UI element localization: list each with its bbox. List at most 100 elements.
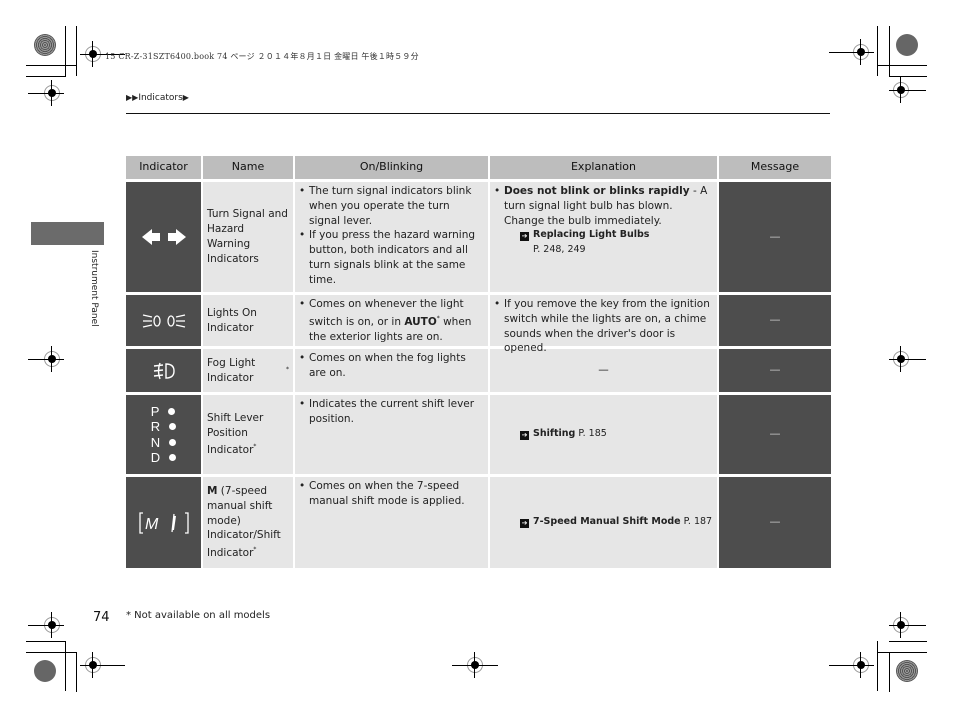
crop-mark (26, 76, 66, 77)
crop-mark (877, 652, 927, 653)
registration-target-icon (896, 660, 918, 682)
registration-target-icon (896, 34, 918, 56)
cross-reference-link[interactable]: ➔ 7-Speed Manual Shift Mode P. 187 (520, 515, 712, 530)
reference-arrow-icon: ➔ (520, 519, 529, 529)
explanation-cell: If you remove the key from the ignition … (490, 295, 717, 354)
bullet-item: Indicates the current shift lever positi… (299, 397, 484, 427)
message-cell: — (719, 349, 831, 392)
message-cell: — (719, 182, 831, 292)
crop-mark (80, 665, 125, 666)
bullet-item: Comes on whenever the light switch is on… (299, 297, 484, 344)
shift-position-p: P (151, 404, 176, 420)
breadcrumb-arrow-icon: ▶▶ (126, 93, 139, 102)
reference-pages: P. 187 (683, 516, 713, 528)
reference-title: Shifting (533, 428, 576, 440)
section-tab-label: Instrument Panel (89, 250, 99, 327)
column-header-on-blinking: On/Blinking (295, 156, 488, 179)
crop-mark (829, 52, 874, 53)
indicator-cell: P R N D (126, 395, 201, 474)
page-number: 74 (93, 610, 110, 625)
shift-position-icon: P R N D (150, 404, 177, 466)
on-blinking-cell: Comes on when the fog lights are on. (295, 349, 488, 392)
on-blinking-cell: The turn signal indicators blink when yo… (295, 182, 488, 292)
fog-light-icon (153, 362, 175, 379)
section-tab-marker[interactable] (31, 222, 104, 245)
registration-target-icon (34, 34, 56, 56)
table-row: Turn Signal and Hazard Warning Indicator… (126, 182, 831, 292)
reference-title: Replacing Light Bulbs (533, 229, 650, 241)
explanation-cell: Does not blink or blinks rapidly - A tur… (490, 182, 717, 292)
breadcrumb-arrow-icon: ▶ (182, 93, 189, 102)
name-text: Fog Light Indicator (207, 356, 256, 384)
position-dot-icon (168, 407, 176, 415)
crop-mark (889, 625, 926, 626)
reference-arrow-icon: ➔ (520, 431, 529, 441)
table-row: Lights On Indicator Comes on whenever th… (126, 295, 831, 354)
column-header-indicator: Indicator (126, 156, 201, 179)
lights-on-icon (142, 313, 185, 328)
crop-mark (65, 26, 66, 76)
position-dot-icon (169, 438, 177, 446)
crop-mark (26, 641, 66, 642)
cross-reference-link[interactable]: ➔ Replacing Light Bulbs P. 248, 249 (520, 228, 713, 258)
table-row: Fog Light Indicator * Comes on when the f… (126, 349, 831, 392)
crop-mark (889, 652, 890, 692)
message-cell: — (719, 295, 831, 346)
crop-mark (877, 641, 878, 691)
column-header-message: Message (719, 156, 831, 179)
manual-shift-mode-icon: M (138, 511, 189, 534)
position-letter: P (150, 403, 160, 419)
crop-mark (889, 359, 926, 360)
shift-position-r: R (150, 419, 177, 435)
reference-arrow-icon: ➔ (520, 232, 529, 242)
explanation-bold: Does not blink or blinks rapidly (504, 185, 690, 197)
crop-mark (889, 76, 927, 77)
crop-mark (829, 665, 874, 666)
table-header-row: Indicator Name On/Blinking Explanation M… (126, 156, 831, 179)
position-letter: R (150, 419, 161, 434)
position-dot-icon (169, 423, 177, 430)
bullet-item: Does not blink or blinks rapidly - A tur… (494, 184, 713, 228)
footnote-star: * (286, 366, 289, 374)
crop-mark (28, 625, 64, 626)
bullet-item: Comes on when the 7-speed manual shift m… (299, 479, 484, 509)
indicator-name: Lights On Indicator (203, 295, 293, 346)
table-row: P R N D Shift Lever Position Indicator* … (126, 395, 831, 474)
crop-mark (26, 65, 76, 66)
explanation-cell: ➔ Shifting P. 185 (490, 395, 717, 474)
message-cell: — (719, 395, 831, 474)
on-blinking-cell: Indicates the current shift lever positi… (295, 395, 488, 474)
crop-mark (889, 641, 927, 642)
crop-mark (76, 26, 77, 76)
message-cell: — (719, 477, 831, 568)
turn-signal-arrows-icon (141, 229, 186, 245)
reference-pages: P. 248, 249 (533, 244, 586, 256)
on-blinking-cell: Comes on whenever the light switch is on… (295, 295, 488, 346)
crop-mark (877, 26, 878, 76)
book-info-header: 15 CR-Z-31SZT6400.book 74 ページ ２０１４年８月１日 … (105, 52, 419, 61)
indicator-cell: M (126, 477, 201, 568)
indicator-name: Turn Signal and Hazard Warning Indicator… (203, 182, 293, 292)
shift-position-d: D (150, 450, 177, 466)
crop-mark (28, 359, 64, 360)
crop-mark (889, 26, 890, 76)
position-letter: D (150, 450, 161, 465)
on-blinking-cell: Comes on when the 7-speed manual shift m… (295, 477, 488, 568)
indicator-name: Shift Lever Position Indicator* (203, 395, 293, 474)
bullet-item: The turn signal indicators blink when yo… (299, 184, 484, 228)
manual-mode-letter: M (145, 516, 159, 533)
position-letter: N (150, 434, 161, 450)
cross-reference-link[interactable]: ➔ Shifting P. 185 (520, 427, 607, 442)
reference-pages: P. 185 (578, 428, 607, 440)
crop-mark (26, 652, 76, 653)
crop-mark (889, 90, 926, 91)
footnote-star: * (253, 443, 257, 451)
column-header-name: Name (203, 156, 293, 179)
crop-mark (76, 652, 77, 692)
table-row: M M (7-speed manual shift mode) Indicato… (126, 477, 831, 568)
indicator-cell (126, 182, 201, 292)
header-divider (126, 113, 830, 114)
crop-mark (452, 665, 498, 666)
bullet-item: If you remove the key from the ignition … (494, 297, 713, 356)
breadcrumb-section-link[interactable]: Indicators (138, 93, 182, 103)
